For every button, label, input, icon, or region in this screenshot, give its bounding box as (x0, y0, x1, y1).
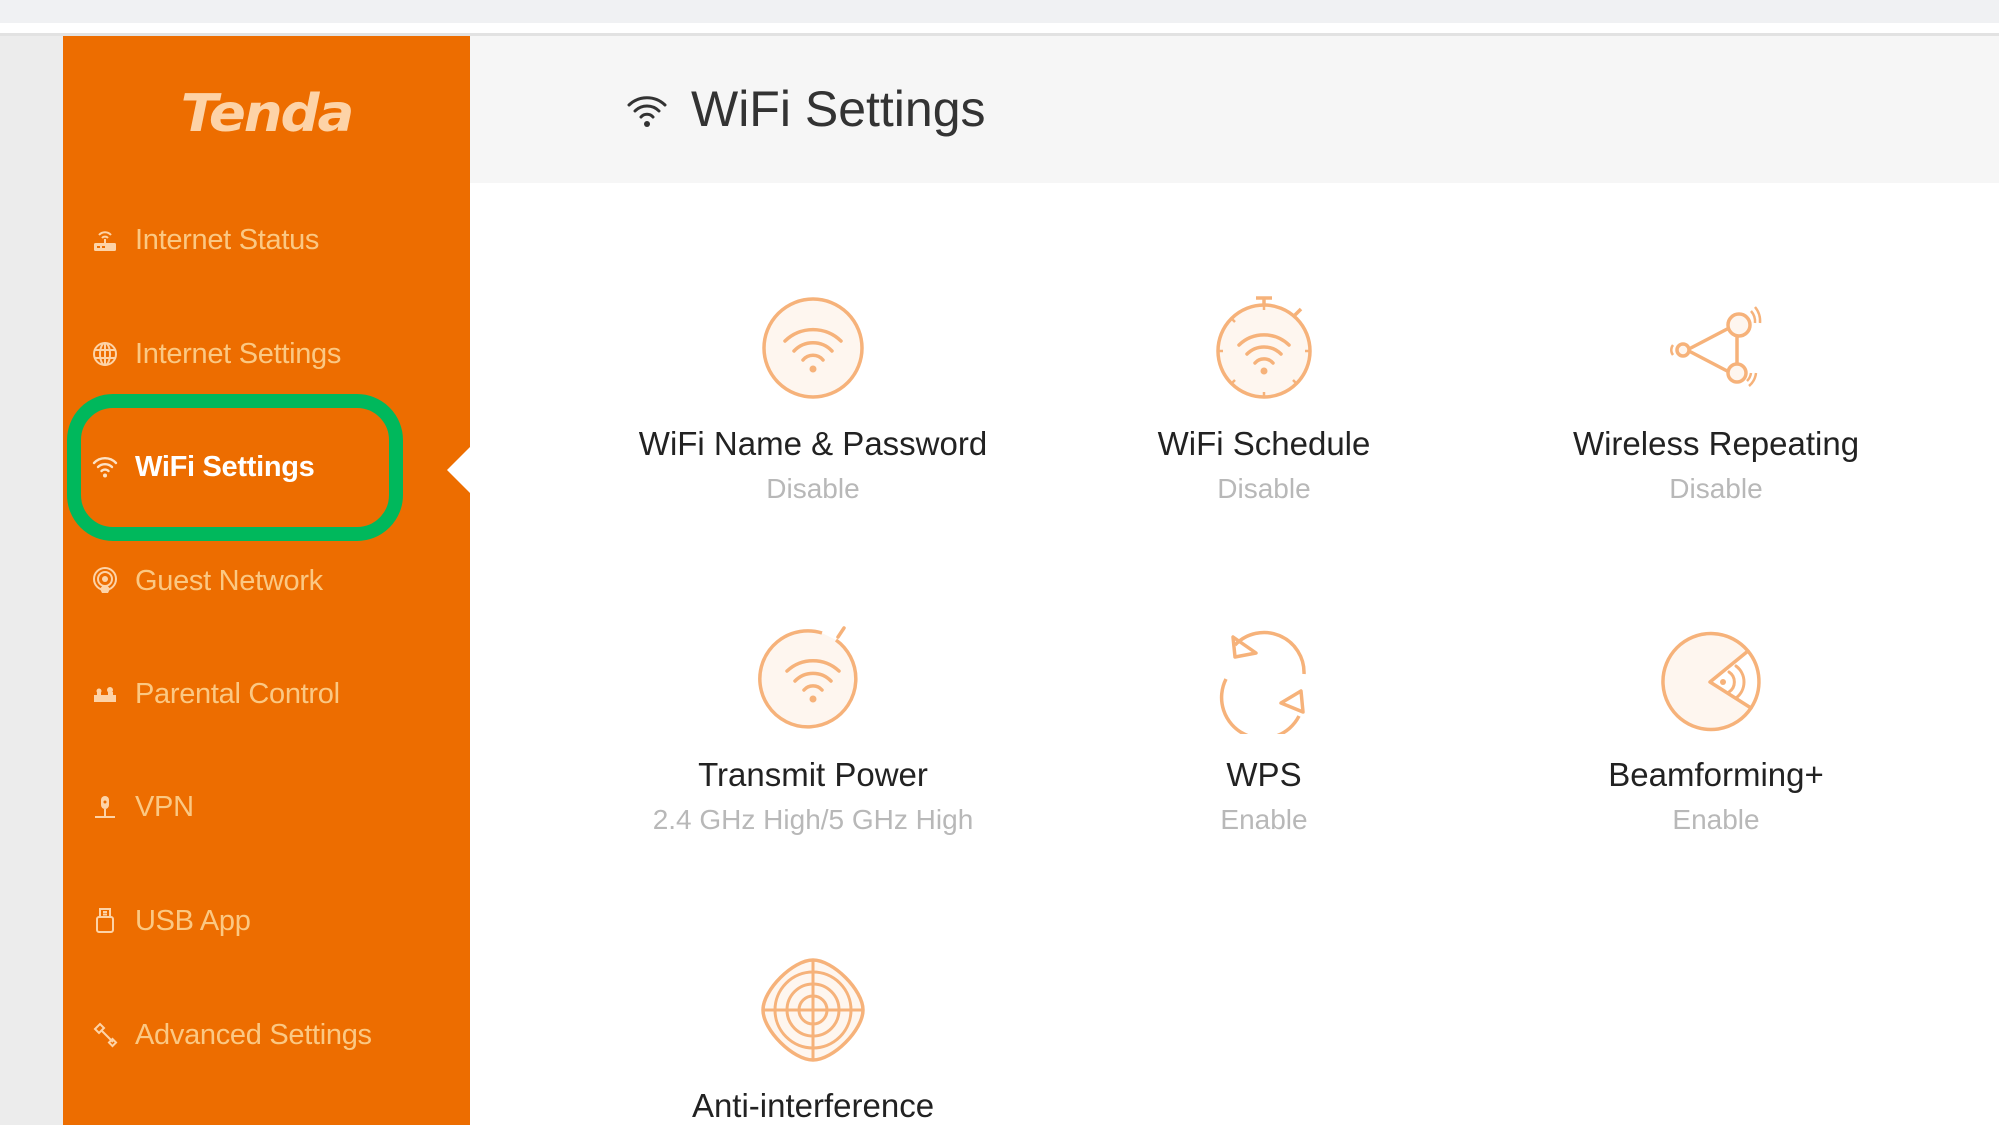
active-item-pointer (447, 446, 471, 494)
sidebar-item-label: Internet Settings (135, 337, 342, 370)
anti-interference-icon (758, 955, 868, 1065)
card-transmit-power[interactable]: Transmit Power 2.4 GHz High/5 GHz High (603, 624, 1023, 836)
browser-top-bar (0, 0, 1999, 23)
card-title: Anti-interference (691, 1087, 935, 1124)
card-wifi-name-password[interactable]: WiFi Name & Password Disable (603, 293, 1023, 505)
guest-network-icon (91, 566, 125, 596)
wifi-icon (91, 452, 125, 482)
card-wps[interactable]: WPS Enable (1054, 624, 1474, 836)
sidebar-item-guest-network[interactable]: Guest Network (91, 551, 451, 611)
transmit-power-icon (758, 624, 868, 734)
sidebar-item-label: Guest Network (135, 564, 323, 597)
card-title: Wireless Repeating (1572, 425, 1860, 462)
sidebar: Tenda Internet Status Internet Settings … (63, 36, 471, 1125)
wifi-icon (627, 96, 667, 127)
card-title: WiFi Schedule (1157, 425, 1371, 462)
card-wireless-repeating[interactable]: Wireless Repeating Disable (1506, 293, 1926, 505)
repeater-icon (1661, 293, 1771, 403)
page-title: WiFi Settings (625, 80, 986, 138)
globe-icon (91, 339, 125, 369)
sidebar-item-label: Advanced Settings (135, 1018, 372, 1051)
wrench-icon (91, 1020, 125, 1050)
card-status: 2.4 GHz High/5 GHz High (652, 804, 974, 835)
beamforming-icon (1661, 624, 1771, 734)
sidebar-item-label: Parental Control (135, 677, 340, 710)
sidebar-item-vpn[interactable]: VPN (91, 777, 451, 837)
sidebar-item-usb-app[interactable]: USB App (91, 891, 451, 951)
sidebar-item-label: WiFi Settings (135, 450, 315, 483)
router-icon (91, 225, 125, 255)
card-wifi-schedule[interactable]: WiFi Schedule Disable (1054, 293, 1474, 505)
sidebar-item-label: VPN (135, 790, 194, 823)
card-status: Disable (1669, 473, 1763, 504)
sidebar-item-internet-status[interactable]: Internet Status (91, 210, 451, 270)
page-title-text: WiFi Settings (691, 81, 986, 137)
card-status: Enable (1220, 804, 1308, 835)
sidebar-item-internet-settings[interactable]: Internet Settings (91, 324, 451, 384)
sidebar-item-parental-control[interactable]: Parental Control (91, 664, 451, 724)
sidebar-item-wifi-settings[interactable]: WiFi Settings (91, 437, 451, 497)
usb-icon (91, 906, 125, 936)
page-header: WiFi Settings (470, 36, 1999, 183)
card-beamforming[interactable]: Beamforming+ Enable (1506, 624, 1926, 836)
card-status: Disable (1217, 473, 1311, 504)
card-status: Enable (1672, 804, 1760, 835)
sidebar-item-advanced-settings[interactable]: Advanced Settings (91, 1005, 451, 1065)
card-title: WiFi Name & Password (638, 425, 988, 462)
sidebar-item-label: Internet Status (135, 223, 320, 256)
wps-sync-icon (1209, 624, 1319, 741)
card-title: WPS (1226, 756, 1302, 793)
card-title: Transmit Power (698, 756, 928, 793)
sidebar-item-label: USB App (135, 904, 251, 937)
left-gutter (0, 36, 63, 1125)
wifi-circle-icon (758, 293, 868, 403)
parental-control-icon (91, 679, 125, 709)
card-anti-interference[interactable]: Anti-interference (603, 955, 1023, 1125)
tenda-logo: Tenda (180, 84, 355, 144)
card-status: Disable (766, 473, 860, 504)
card-title: Beamforming+ (1608, 756, 1824, 793)
top-spacer (0, 23, 1999, 33)
vpn-icon (91, 792, 125, 822)
wifi-timer-icon (1209, 293, 1319, 403)
